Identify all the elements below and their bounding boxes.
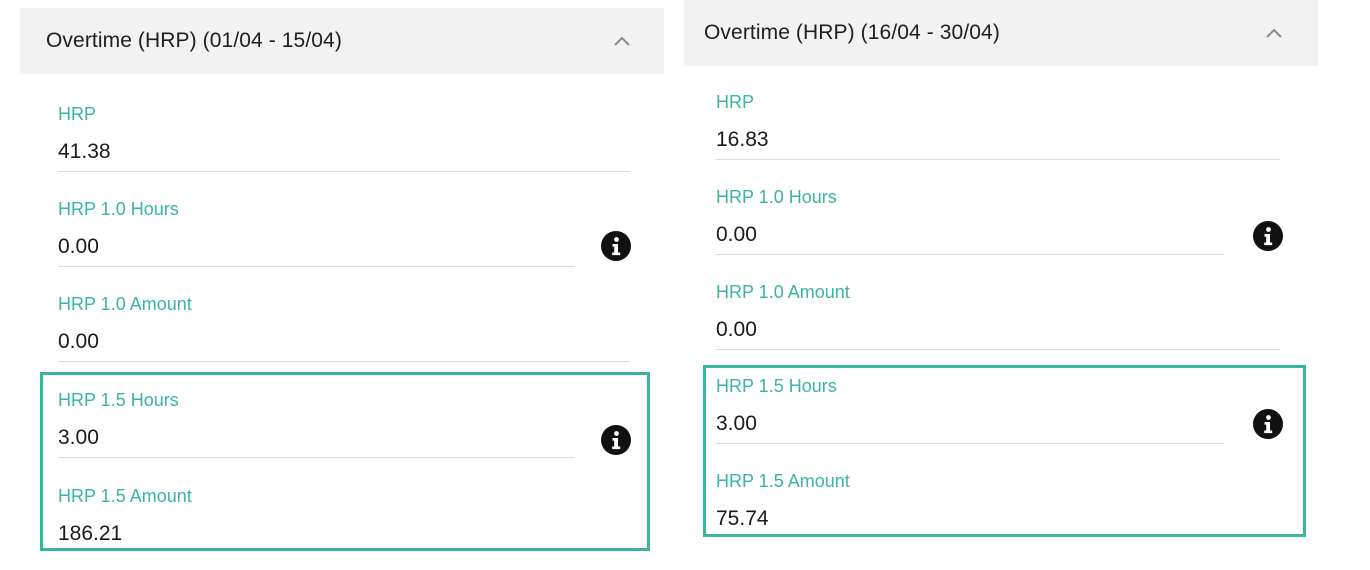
hrp-input[interactable]: [58, 134, 630, 172]
panel-title: Overtime (HRP) (16/04 - 30/04): [704, 21, 1000, 44]
chevron-up-icon[interactable]: [610, 29, 634, 53]
field-label: HRP 1.0 Hours: [58, 199, 179, 219]
field-underline: [58, 171, 630, 172]
field-underline: [58, 457, 575, 458]
info-icon[interactable]: [600, 230, 632, 262]
field-hrp-1-0-hours: HRP 1.0 Hours 0.00: [716, 187, 1224, 257]
field-label: HRP 1.0 Hours: [716, 187, 837, 207]
hrp-input[interactable]: [716, 122, 1280, 160]
field-underline: [58, 266, 575, 267]
hrp-1-0-hours-input[interactable]: [58, 229, 575, 267]
field-label: HRP 1.5 Amount: [58, 486, 192, 506]
hrp-1-5-hours-input[interactable]: [58, 420, 575, 458]
field-hrp-1-5-hours: HRP 1.5 Hours 3.00: [716, 376, 1224, 446]
info-icon[interactable]: [1252, 408, 1284, 440]
field-hrp: HRP 41.38: [58, 104, 630, 174]
field-underline: [58, 361, 630, 362]
field-hrp-1-5-amount: HRP 1.5 Amount 186.21: [58, 486, 630, 556]
hrp-1-0-amount-input[interactable]: [58, 324, 630, 362]
field-hrp-1-0-amount: HRP 1.0 Amount 0.00: [58, 294, 630, 364]
field-label: HRP 1.5 Hours: [716, 376, 837, 396]
hrp-1-5-amount-input[interactable]: [58, 516, 630, 554]
field-label: HRP 1.0 Amount: [58, 294, 192, 314]
field-label: HRP 1.0 Amount: [716, 282, 850, 302]
panel-header[interactable]: Overtime (HRP) (01/04 - 15/04): [20, 8, 664, 74]
hrp-1-0-hours-input[interactable]: [716, 217, 1224, 255]
field-hrp-1-0-amount: HRP 1.0 Amount 0.00: [716, 282, 1280, 352]
field-underline: [716, 254, 1224, 255]
field-hrp: HRP 16.83: [716, 92, 1280, 162]
field-label: HRP: [716, 92, 755, 112]
panel-header[interactable]: Overtime (HRP) (16/04 - 30/04): [684, 0, 1318, 66]
field-hrp-1-5-amount: HRP 1.5 Amount 75.74: [716, 471, 1280, 531]
field-label: HRP 1.5 Amount: [716, 471, 850, 491]
field-label: HRP 1.5 Hours: [58, 390, 179, 410]
chevron-up-icon[interactable]: [1262, 21, 1286, 45]
overtime-panel-second-half: Overtime (HRP) (16/04 - 30/04) HRP 16.83…: [684, 0, 1318, 570]
hrp-1-0-amount-input[interactable]: [716, 312, 1280, 350]
field-underline: [716, 159, 1280, 160]
overtime-panel-first-half: Overtime (HRP) (01/04 - 15/04) HRP 41.38…: [20, 8, 664, 570]
info-icon[interactable]: [600, 424, 632, 456]
field-underline: [716, 443, 1224, 444]
field-label: HRP: [58, 104, 97, 124]
hrp-1-5-amount-input[interactable]: [716, 501, 1280, 539]
field-hrp-1-0-hours: HRP 1.0 Hours 0.00: [58, 199, 575, 269]
field-underline: [716, 349, 1280, 350]
field-hrp-1-5-hours: HRP 1.5 Hours 3.00: [58, 390, 575, 460]
info-icon[interactable]: [1252, 220, 1284, 252]
hrp-1-5-hours-input[interactable]: [716, 406, 1224, 444]
panel-title: Overtime (HRP) (01/04 - 15/04): [46, 29, 342, 52]
